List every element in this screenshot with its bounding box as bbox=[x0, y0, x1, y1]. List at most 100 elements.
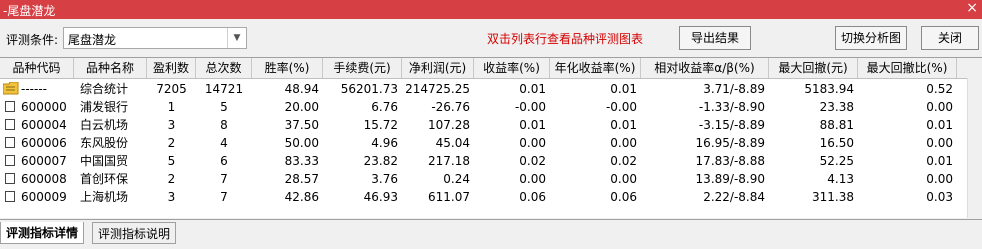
export-button[interactable]: 导出结果 bbox=[679, 26, 751, 50]
column-header-wins[interactable]: 盈利数 bbox=[147, 58, 196, 78]
summary-row[interactable]: ------ 综合统计 7205 14721 48.94 56201.73 214725.2… bbox=[0, 80, 968, 98]
cell-maxdd: 4.13 bbox=[827, 172, 854, 186]
cell-ret: 0.06 bbox=[519, 190, 546, 204]
table-row[interactable]: 600000 浦发银行 1 5 20.00 6.76 -26.76 -0.00 -0.00 -1.… bbox=[0, 98, 968, 116]
cell-name: 首创环保 bbox=[80, 172, 129, 186]
row-checkbox[interactable] bbox=[5, 119, 15, 130]
cell-winrate: 28.57 bbox=[284, 172, 319, 186]
column-header-total[interactable]: 总次数 bbox=[196, 58, 252, 78]
switch-chart-button[interactable]: 切换分析图 bbox=[835, 26, 907, 50]
cell-name: 东风股份 bbox=[80, 136, 129, 150]
cell-wins: 2 bbox=[167, 172, 176, 186]
column-header-ret[interactable]: 收益率(%) bbox=[474, 58, 550, 78]
cell-profit: 611.07 bbox=[428, 190, 470, 204]
cell-maxdd: 88.81 bbox=[819, 118, 854, 132]
cell-profit: 214725.25 bbox=[405, 82, 470, 96]
table-row[interactable]: 600009 上海机场 3 7 42.86 46.93 611.07 0.06 0.06 2.22… bbox=[0, 188, 968, 206]
cell-code: 600006 bbox=[0, 134, 74, 152]
table-row[interactable]: 600007 中国国贸 5 6 83.33 23.82 217.18 0.02 0.02 17.8… bbox=[0, 152, 968, 170]
cell-fee: 15.72 bbox=[363, 118, 398, 132]
cell-name: 白云机场 bbox=[80, 118, 129, 132]
cell-ret: 0.00 bbox=[519, 136, 546, 150]
cell-profit: 0.24 bbox=[443, 172, 470, 186]
tab-indicator-details[interactable]: 评测指标详情 bbox=[0, 222, 85, 244]
cell-code: 600000 bbox=[0, 98, 74, 116]
cell-wins: 2 bbox=[167, 136, 176, 150]
cell-wins: 3 bbox=[167, 190, 176, 204]
row-checkbox[interactable] bbox=[5, 191, 15, 202]
vertical-scrollbar[interactable] bbox=[967, 78, 982, 218]
table-header: 品种代码 品种名称 盈利数 总次数 胜率(%) 手续费(元) 净利润(元) 收益率(%) 年化收… bbox=[0, 58, 982, 79]
column-header-maxdd[interactable]: 最大回撤(元) bbox=[769, 58, 858, 78]
code-text: ------ bbox=[21, 82, 47, 96]
cell-wins: 3 bbox=[167, 118, 176, 132]
column-header-fee[interactable]: 手续费(元) bbox=[323, 58, 402, 78]
column-header-winrate[interactable]: 胜率(%) bbox=[252, 58, 323, 78]
cell-annual: 0.01 bbox=[610, 82, 637, 96]
condition-select[interactable]: 尾盘潜龙 ▼ bbox=[63, 27, 247, 49]
cell-maxdd: 311.38 bbox=[812, 190, 854, 204]
cell-fee: 56201.73 bbox=[340, 82, 398, 96]
condition-label: 评测条件: bbox=[6, 33, 59, 47]
row-checkbox[interactable] bbox=[5, 173, 15, 184]
column-header-annual[interactable]: 年化收益率(%) bbox=[550, 58, 641, 78]
cell-fee: 6.76 bbox=[371, 100, 398, 114]
chevron-down-icon[interactable]: ▼ bbox=[227, 28, 246, 48]
window-title: -尾盘潜龙 bbox=[3, 4, 56, 18]
code-text: 600008 bbox=[21, 172, 67, 186]
cell-maxdd: 23.38 bbox=[819, 100, 854, 114]
table-row[interactable]: 600006 东风股份 2 4 50.00 4.96 45.04 0.00 0.00 16.95/… bbox=[0, 134, 968, 152]
cell-annual: 0.06 bbox=[610, 190, 637, 204]
cell-ret: 0.00 bbox=[519, 172, 546, 186]
column-header-code[interactable]: 品种代码 bbox=[0, 58, 74, 78]
cell-total: 8 bbox=[220, 118, 228, 132]
table-row[interactable]: 600008 首创环保 2 7 28.57 3.76 0.24 0.00 0.00 13.89/-… bbox=[0, 170, 968, 188]
column-header-name[interactable]: 品种名称 bbox=[74, 58, 147, 78]
row-checkbox[interactable] bbox=[5, 137, 15, 148]
table-row[interactable]: 600004 白云机场 3 8 37.50 15.72 107.28 0.01 0.01 -3.1… bbox=[0, 116, 968, 134]
cell-maxddpct: 0.00 bbox=[926, 136, 953, 150]
row-checkbox[interactable] bbox=[5, 101, 15, 112]
cell-maxdd: 52.25 bbox=[819, 154, 854, 168]
cell-maxddpct: 0.00 bbox=[926, 100, 953, 114]
cell-profit: 107.28 bbox=[428, 118, 470, 132]
cell-maxddpct: 0.01 bbox=[926, 154, 953, 168]
cell-annual: -0.00 bbox=[605, 100, 637, 114]
cell-winrate: 50.00 bbox=[284, 136, 319, 150]
cell-code: 600009 bbox=[0, 188, 74, 206]
column-header-profit[interactable]: 净利润(元) bbox=[402, 58, 474, 78]
hint-text: 双击列表行查看品种评测图表 bbox=[487, 32, 644, 46]
cell-name: 浦发银行 bbox=[80, 100, 129, 114]
cell-relative: 2.22/-8.84 bbox=[703, 190, 765, 204]
row-checkbox[interactable] bbox=[5, 155, 15, 166]
folder-icon bbox=[2, 81, 19, 95]
cell-profit: -26.76 bbox=[431, 100, 470, 114]
cell-relative: -3.15/-8.89 bbox=[698, 118, 765, 132]
results-table: 品种代码 品种名称 盈利数 总次数 胜率(%) 手续费(元) 净利润(元) 收益率(%) 年化收… bbox=[0, 57, 982, 218]
cell-annual: 0.02 bbox=[610, 154, 637, 168]
column-header-relative[interactable]: 相对收益率α/β(%) bbox=[641, 58, 769, 78]
cell-fee: 46.93 bbox=[363, 190, 398, 204]
cell-code: 600007 bbox=[0, 152, 74, 170]
cell-name: 上海机场 bbox=[80, 190, 129, 204]
cell-maxddpct: 0.52 bbox=[926, 82, 953, 96]
cell-fee: 3.76 bbox=[371, 172, 398, 186]
tab-indicator-help[interactable]: 评测指标说明 bbox=[92, 222, 177, 244]
code-text: 600004 bbox=[21, 118, 67, 132]
cell-relative: 17.83/-8.88 bbox=[695, 154, 765, 168]
cell-relative: 13.89/-8.90 bbox=[695, 172, 765, 186]
cell-annual: 0.00 bbox=[610, 172, 637, 186]
cell-relative: -1.33/-8.90 bbox=[698, 100, 765, 114]
close-button[interactable]: 关闭 bbox=[921, 26, 979, 50]
code-text: 600009 bbox=[21, 190, 67, 204]
close-icon[interactable]: × bbox=[966, 0, 978, 16]
cell-winrate: 20.00 bbox=[284, 100, 319, 114]
cell-name: 中国国贸 bbox=[80, 154, 129, 168]
cell-fee: 23.82 bbox=[363, 154, 398, 168]
cell-code: 600008 bbox=[0, 170, 74, 188]
cell-winrate: 83.33 bbox=[284, 154, 319, 168]
column-header-maxddpct[interactable]: 最大回撤比(%) bbox=[858, 58, 957, 78]
cell-annual: 0.01 bbox=[610, 118, 637, 132]
cell-maxdd: 16.50 bbox=[819, 136, 854, 150]
cell-code: 600004 bbox=[0, 116, 74, 134]
